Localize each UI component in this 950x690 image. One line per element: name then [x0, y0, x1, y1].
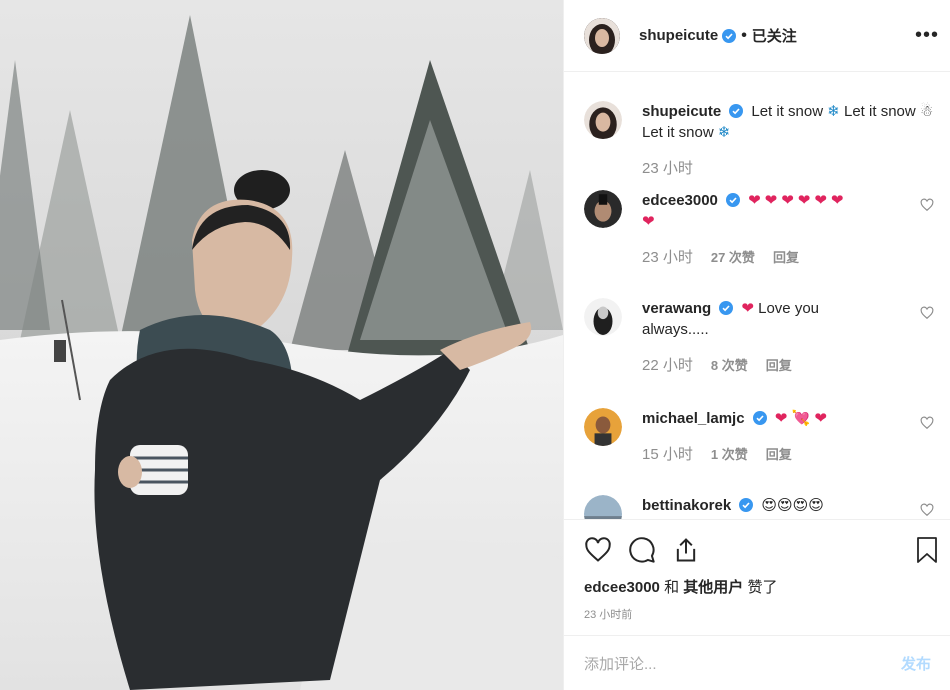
heart-emoji: ❤ [774, 410, 788, 427]
post-actions: edcee3000 和 其他用户 赞了 23 小时前 [564, 519, 950, 635]
author-avatar[interactable] [584, 17, 620, 54]
following-button[interactable]: 已关注 [752, 25, 797, 46]
caption-username[interactable]: shupeicute [642, 103, 721, 120]
caption: shupeicute Let it snow ❄ Let it snow ☃ L… [584, 101, 934, 178]
commenter-avatar[interactable] [584, 298, 622, 336]
like-comment-heart-icon[interactable] [920, 503, 934, 517]
verified-badge-icon [722, 28, 737, 43]
reply-button[interactable]: 回复 [773, 247, 799, 266]
heart-emoji: ❤ [814, 410, 827, 427]
caption-text-2: Let it [844, 103, 877, 120]
caption-text-1: Let it snow [751, 103, 824, 120]
commenter-avatar[interactable] [584, 495, 622, 519]
comment-text-2: always..... [642, 321, 709, 338]
header-separator: • [741, 26, 747, 44]
liked-by-and: 和 [664, 579, 680, 596]
comment-time[interactable]: 15 小时 [642, 443, 693, 464]
author-username[interactable]: shupeicute [639, 27, 718, 44]
reply-button[interactable]: 回复 [766, 355, 792, 374]
heart-emoji: ❤ [741, 300, 754, 317]
heart-emojis: ❤❤❤❤❤❤ [748, 192, 848, 209]
share-upload-icon[interactable] [672, 536, 700, 569]
comment-time[interactable]: 23 小时 [642, 246, 693, 267]
verified-badge-icon [719, 300, 734, 315]
comment-username[interactable]: michael_lamjc [642, 410, 745, 427]
comment-likes[interactable]: 1 次赞 [711, 444, 748, 463]
like-comment-heart-icon[interactable] [920, 306, 934, 320]
comment-likes[interactable]: 27 次赞 [711, 247, 755, 266]
heart-arrow-emoji-icon: 💘 [791, 410, 811, 427]
comment-text: Love you [758, 300, 820, 317]
reply-button[interactable]: 回复 [766, 444, 792, 463]
add-comment-bar: 添加评论... 发布 [564, 635, 950, 690]
verified-badge-icon [752, 410, 767, 425]
comment-item: verawang ❤ Love you always..... 22 小时 8 … [584, 298, 934, 375]
liked-by-suffix: 赞了 [747, 579, 778, 596]
caption-author-avatar[interactable] [584, 101, 622, 139]
snow-scene-image [0, 0, 563, 690]
commenter-avatar[interactable] [584, 190, 622, 228]
comment-time[interactable]: 22 小时 [642, 354, 693, 375]
comment-username[interactable]: edcee3000 [642, 192, 718, 209]
comment-username[interactable]: bettinakorek [642, 497, 731, 514]
verified-badge-icon [729, 103, 744, 118]
liked-by-others-link[interactable]: 其他用户 [683, 579, 743, 596]
like-comment-heart-icon[interactable] [920, 416, 934, 430]
avatar-portrait-icon [584, 17, 620, 54]
more-options-icon[interactable]: ••• [915, 24, 939, 47]
caption-text-3: snow [880, 103, 916, 120]
commenter-avatar[interactable] [584, 408, 622, 446]
liked-by-summary: edcee3000 和 其他用户 赞了 [584, 576, 777, 597]
comment-username[interactable]: verawang [642, 300, 711, 317]
snowflake-emoji-icon: ❄ [717, 124, 731, 141]
post-header: shupeicute • 已关注 ••• [564, 0, 950, 72]
caption-time[interactable]: 23 小时 [642, 157, 693, 178]
heart-eyes-emoji-icon: 😍😍😍😍 [761, 497, 824, 514]
post-comment-button[interactable]: 发布 [901, 653, 931, 674]
caption-text-4: Let it snow [642, 124, 714, 141]
heart-emoji: ❤ [642, 213, 655, 230]
snowflake-emoji-icon: ❄ [827, 103, 840, 120]
post-detail-panel: shupeicute • 已关注 ••• shupeicute Let it s… [563, 0, 950, 690]
comment-item: edcee3000 ❤❤❤❤❤❤ ❤ 23 小时 27 次赞 回复 [584, 190, 934, 267]
comment-bubble-icon[interactable] [628, 536, 656, 569]
comment-item: bettinakorek 😍😍😍😍 [584, 495, 934, 519]
bookmark-icon[interactable] [915, 536, 939, 569]
comment-item: michael_lamjc ❤ 💘 ❤ 15 小时 1 次赞 回复 [584, 408, 934, 464]
comments-list[interactable]: shupeicute Let it snow ❄ Let it snow ☃ L… [564, 73, 950, 519]
verified-badge-icon [725, 192, 740, 207]
snowman-emoji-icon: ☃ [919, 103, 934, 120]
like-comment-heart-icon[interactable] [920, 198, 934, 212]
comment-likes[interactable]: 8 次赞 [711, 355, 748, 374]
verified-badge-icon [739, 497, 754, 512]
post-timestamp[interactable]: 23 小时前 [584, 606, 632, 622]
liked-by-user[interactable]: edcee3000 [584, 579, 660, 596]
post-photo[interactable] [0, 0, 563, 690]
comment-input[interactable]: 添加评论... [584, 653, 901, 674]
like-heart-icon[interactable] [584, 536, 612, 569]
